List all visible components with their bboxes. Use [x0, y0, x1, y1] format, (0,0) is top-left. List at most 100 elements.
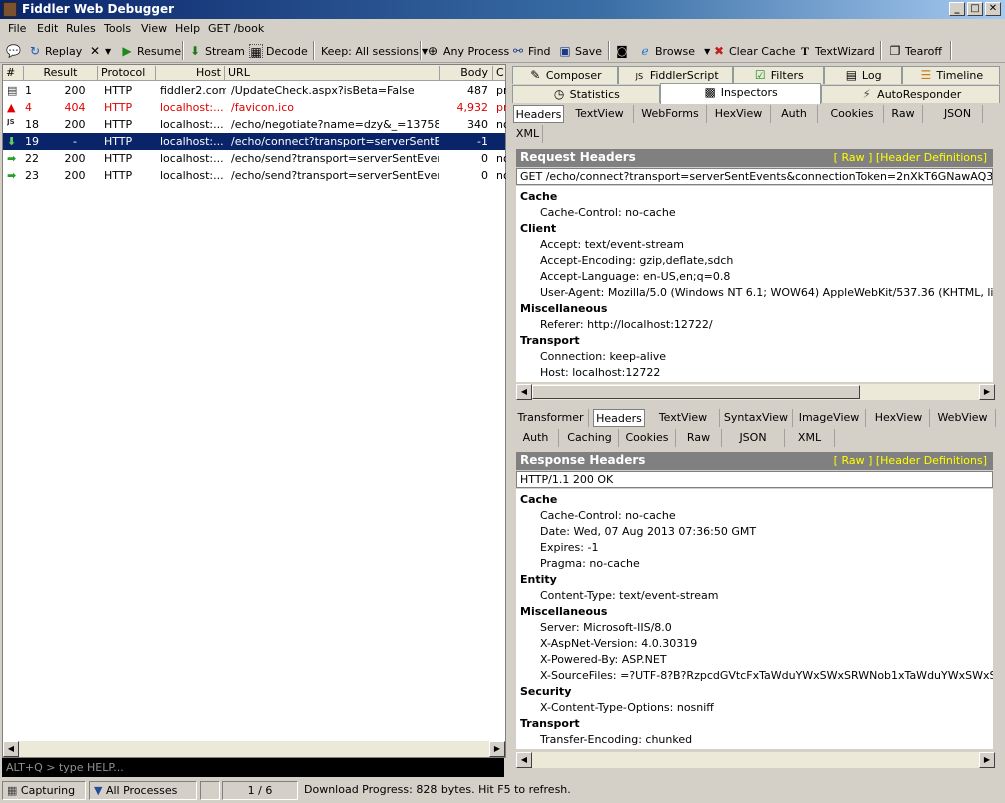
clear-cache-button[interactable]: ✖ Clear Cache — [712, 43, 796, 59]
scroll-left-arrow[interactable]: ◀ — [516, 752, 532, 768]
header-group[interactable]: Transport — [520, 334, 580, 347]
resp-tab-imageview[interactable]: ImageView — [793, 409, 866, 427]
table-row[interactable]: ➡ 23 200 HTTP localhost:... /echo/send?transp… — [3, 167, 506, 184]
header-group[interactable]: Miscellaneous — [520, 605, 607, 618]
capturing-toggle[interactable]: ▦ Capturing — [2, 781, 86, 800]
header-group[interactable]: Cache — [520, 190, 557, 203]
menu-tools[interactable]: Tools — [104, 22, 131, 35]
header-group[interactable]: Entity — [520, 573, 557, 586]
scroll-right-arrow[interactable]: ▶ — [979, 384, 995, 400]
keep-sessions-dropdown[interactable]: Keep: All sessions ▼ — [321, 43, 428, 59]
header-item[interactable]: Referer: http://localhost:12722/ — [540, 318, 713, 331]
resp-tab-caching[interactable]: Caching — [561, 429, 619, 447]
menu-get-book[interactable]: GET /book — [208, 22, 264, 35]
header-item[interactable]: User-Agent: Mozilla/5.0 (Windows NT 6.1;… — [540, 286, 993, 299]
save-button[interactable]: ▣ Save — [558, 43, 602, 59]
resp-tab-raw[interactable]: Raw — [676, 429, 722, 447]
scroll-thumb[interactable] — [532, 385, 860, 399]
tab-composer[interactable]: ✎ Composer — [512, 66, 618, 84]
header-item[interactable]: Host: localhost:12722 — [540, 366, 660, 379]
menu-edit[interactable]: Edit — [37, 22, 58, 35]
decode-button[interactable]: ▦ Decode — [249, 43, 308, 59]
maximize-button[interactable]: □ — [967, 2, 983, 16]
stream-button[interactable]: ⬇ Stream — [188, 43, 245, 59]
col-body[interactable]: Body — [440, 66, 493, 80]
resp-tab-textview[interactable]: TextView — [647, 409, 720, 427]
response-hscrollbar[interactable]: ◀ ▶ — [516, 752, 995, 768]
resp-tab-auth[interactable]: Auth — [513, 429, 559, 447]
header-item[interactable]: X-Powered-By: ASP.NET — [540, 653, 667, 666]
table-row[interactable]: ➡ 22 200 HTTP localhost:... /echo/send?transp… — [3, 150, 506, 167]
response-header-links[interactable]: [ Raw ] [Header Definitions] — [834, 452, 987, 469]
table-row[interactable]: JS 18 200 HTTP localhost:... /echo/negotiate?… — [3, 116, 506, 133]
remove-button[interactable]: ✕ ▼ — [88, 43, 111, 59]
header-item[interactable]: Accept-Language: en-US,en;q=0.8 — [540, 270, 730, 283]
scroll-right-arrow[interactable]: ▶ — [489, 741, 505, 757]
panel-splitter[interactable] — [513, 402, 1001, 406]
col-num[interactable]: # — [3, 66, 24, 80]
tab-fiddlerscript[interactable]: JS FiddlerScript — [618, 66, 733, 84]
response-headers-tree[interactable]: Cache Cache-Control: no-cache Date: Wed, 0… — [516, 489, 993, 749]
response-status-line[interactable]: HTTP/1.1 200 OK — [516, 471, 993, 488]
browse-button[interactable]: ℯ Browse ▼ — [638, 43, 710, 59]
menu-view[interactable]: View — [141, 22, 167, 35]
tab-statistics[interactable]: ◷ Statistics — [512, 85, 660, 103]
header-item[interactable]: Connection: keep-alive — [540, 350, 666, 363]
find-button[interactable]: ⚯ Find — [511, 43, 551, 59]
header-item[interactable]: Expires: -1 — [540, 541, 598, 554]
menu-rules[interactable]: Rules — [66, 22, 96, 35]
req-tab-cookies[interactable]: Cookies — [821, 105, 884, 123]
request-line[interactable]: GET /echo/connect?transport=serverSentEv… — [516, 168, 993, 185]
resp-tab-cookies[interactable]: Cookies — [619, 429, 676, 447]
request-headers-tree[interactable]: Cache Cache-Control: no-cache Client Accept… — [516, 186, 993, 382]
resume-button[interactable]: ▶ Resume — [120, 43, 181, 59]
resp-tab-hexview[interactable]: HexView — [868, 409, 930, 427]
header-item[interactable]: Content-Type: text/event-stream — [540, 589, 718, 602]
minimize-button[interactable]: _ — [949, 2, 965, 16]
col-url[interactable]: URL — [225, 66, 440, 80]
quickexec-input[interactable]: ALT+Q > type HELP... — [2, 758, 504, 777]
header-item[interactable]: X-SourceFiles: =?UTF-8?B?RzpcdGVtcFxTaWd… — [540, 669, 993, 682]
tab-inspectors[interactable]: ▩ Inspectors — [660, 83, 821, 104]
header-item[interactable]: Accept-Encoding: gzip,deflate,sdch — [540, 254, 733, 267]
textwizard-button[interactable]: T TextWizard — [798, 43, 875, 59]
request-header-links[interactable]: [ Raw ] [Header Definitions] — [834, 149, 987, 166]
header-item[interactable]: X-AspNet-Version: 4.0.30319 — [540, 637, 697, 650]
tab-timeline[interactable]: ☰ Timeline — [902, 66, 1000, 84]
resp-tab-headers[interactable]: Headers — [593, 409, 645, 427]
resp-tab-json[interactable]: JSON — [722, 429, 785, 447]
req-tab-xml[interactable]: XML — [513, 125, 543, 143]
replay-button[interactable]: ↻ Replay — [28, 43, 82, 59]
resp-tab-webview[interactable]: WebView — [930, 409, 996, 427]
col-c[interactable]: C — [493, 66, 505, 80]
tab-autoresponder[interactable]: ⚡ AutoResponder — [821, 85, 1000, 103]
any-process-button[interactable]: ⊕ Any Process — [426, 43, 509, 59]
menu-file[interactable]: File — [8, 22, 26, 35]
req-tab-json[interactable]: JSON — [933, 105, 983, 123]
header-group[interactable]: Transport — [520, 717, 580, 730]
header-item[interactable]: Cache-Control: no-cache — [540, 509, 676, 522]
tearoff-button[interactable]: ❐ Tearoff — [888, 43, 942, 59]
request-hscrollbar[interactable]: ◀ ▶ — [516, 384, 995, 400]
col-result[interactable]: Result — [24, 66, 98, 80]
header-item[interactable]: Accept: text/event-stream — [540, 238, 684, 251]
resp-tab-xml[interactable]: XML — [785, 429, 835, 447]
tab-filters[interactable]: ☑ Filters — [733, 66, 824, 84]
req-tab-headers[interactable]: Headers — [513, 105, 564, 123]
process-filter[interactable]: ▼ All Processes — [89, 781, 197, 800]
header-item[interactable]: Cache-Control: no-cache — [540, 206, 676, 219]
screenshot-button[interactable]: ◙ — [615, 43, 629, 59]
header-item[interactable]: Pragma: no-cache — [540, 557, 640, 570]
table-row[interactable]: ⬇ 19 - HTTP localhost:... /echo/connect?trans… — [3, 133, 505, 150]
col-host[interactable]: Host — [156, 66, 225, 80]
menu-help[interactable]: Help — [175, 22, 200, 35]
req-tab-webforms[interactable]: WebForms — [634, 105, 707, 123]
close-button[interactable]: ✕ — [985, 2, 1001, 16]
comment-button[interactable]: 💬 — [6, 43, 21, 59]
header-item[interactable]: Server: Microsoft-IIS/8.0 — [540, 621, 672, 634]
header-group[interactable]: Cache — [520, 493, 557, 506]
header-item[interactable]: Transfer-Encoding: chunked — [540, 733, 692, 746]
resp-tab-syntaxview[interactable]: SyntaxView — [720, 409, 793, 427]
header-item[interactable]: Date: Wed, 07 Aug 2013 07:36:50 GMT — [540, 525, 756, 538]
resp-tab-transformer[interactable]: Transformer — [513, 409, 589, 427]
